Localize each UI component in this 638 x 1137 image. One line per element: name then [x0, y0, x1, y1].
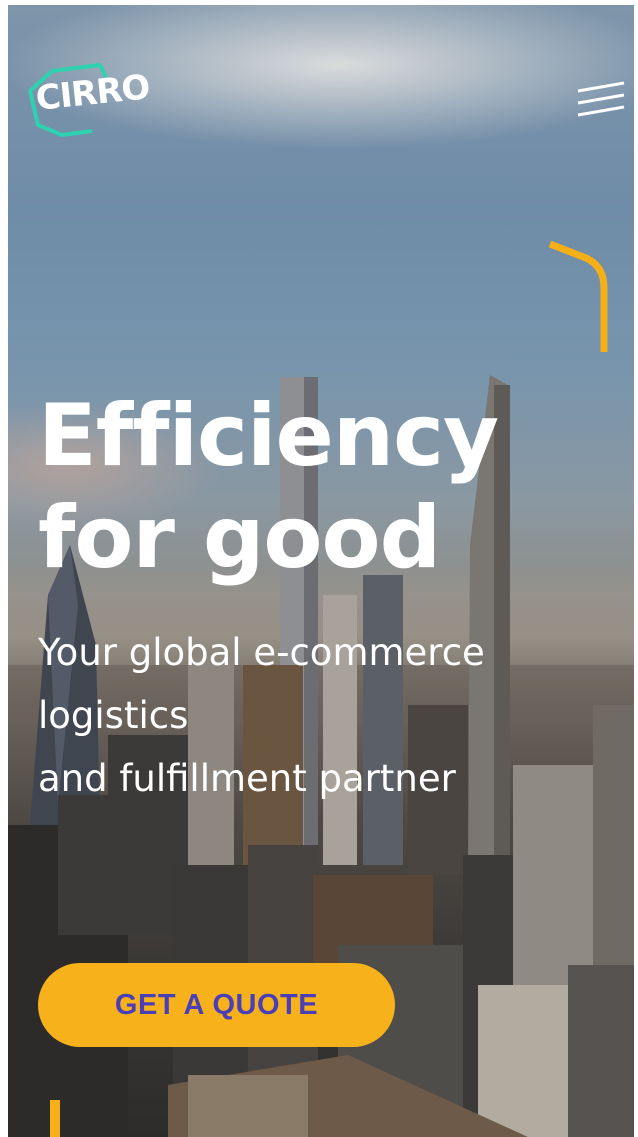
get-a-quote-button[interactable]: GET A QUOTE: [38, 963, 395, 1047]
hero-title: Efficiency for good: [38, 385, 598, 589]
hero-title-line2: for good: [38, 488, 441, 588]
hero-subtitle-line3: and fulfillment partner: [38, 757, 456, 800]
menu-button[interactable]: [576, 77, 628, 125]
hero-title-line1: Efficiency: [38, 386, 499, 486]
hero-subtitle-line2: logistics: [38, 694, 189, 737]
hero-section: CIRRO Efficiency for good Your global e-…: [8, 5, 634, 1137]
hamburger-menu-icon: [577, 81, 625, 117]
hero-subtitle: Your global e-commerce logistics and ful…: [38, 621, 618, 810]
accent-corner-line: [548, 240, 608, 352]
accent-bottom-line: [50, 1100, 60, 1137]
hero-subtitle-line1: Your global e-commerce: [38, 631, 485, 674]
